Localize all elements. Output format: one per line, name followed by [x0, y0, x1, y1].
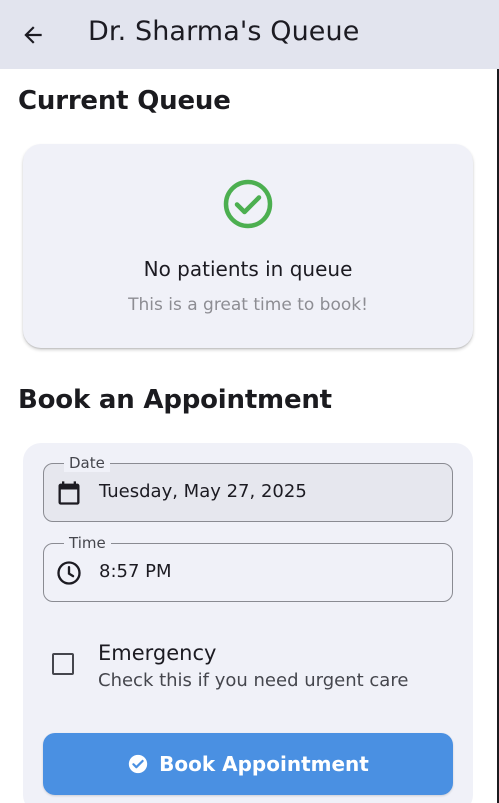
- back-button[interactable]: [14, 16, 52, 54]
- book-appointment-button[interactable]: Book Appointment: [43, 733, 453, 795]
- clock-icon: [57, 561, 81, 585]
- empty-queue-subtitle: This is a great time to book!: [128, 295, 368, 315]
- time-field[interactable]: Time 8:57 PM: [43, 534, 453, 602]
- app-bar: Dr. Sharma's Queue: [0, 0, 499, 69]
- emergency-checkbox[interactable]: [52, 653, 74, 675]
- empty-queue-title: No patients in queue: [143, 257, 353, 281]
- date-field[interactable]: Date Tuesday, May 27, 2025: [43, 454, 453, 522]
- emergency-title: Emergency: [98, 641, 217, 665]
- queue-status-card: [23, 144, 473, 348]
- date-field-label: Date: [64, 454, 110, 472]
- page-title: Dr. Sharma's Queue: [88, 16, 360, 47]
- current-queue-heading: Current Queue: [18, 86, 231, 116]
- time-field-label: Time: [64, 534, 111, 552]
- time-field-value: 8:57 PM: [99, 561, 172, 582]
- date-field-value: Tuesday, May 27, 2025: [99, 481, 307, 502]
- book-appointment-label: Book Appointment: [159, 752, 369, 776]
- check-circle-icon: [128, 754, 148, 774]
- calendar-icon: [58, 481, 80, 505]
- arrow-left-icon: [24, 26, 42, 44]
- check-circle-icon: [223, 179, 273, 229]
- emergency-subtitle: Check this if you need urgent care: [98, 670, 409, 691]
- book-appointment-heading: Book an Appointment: [18, 385, 332, 415]
